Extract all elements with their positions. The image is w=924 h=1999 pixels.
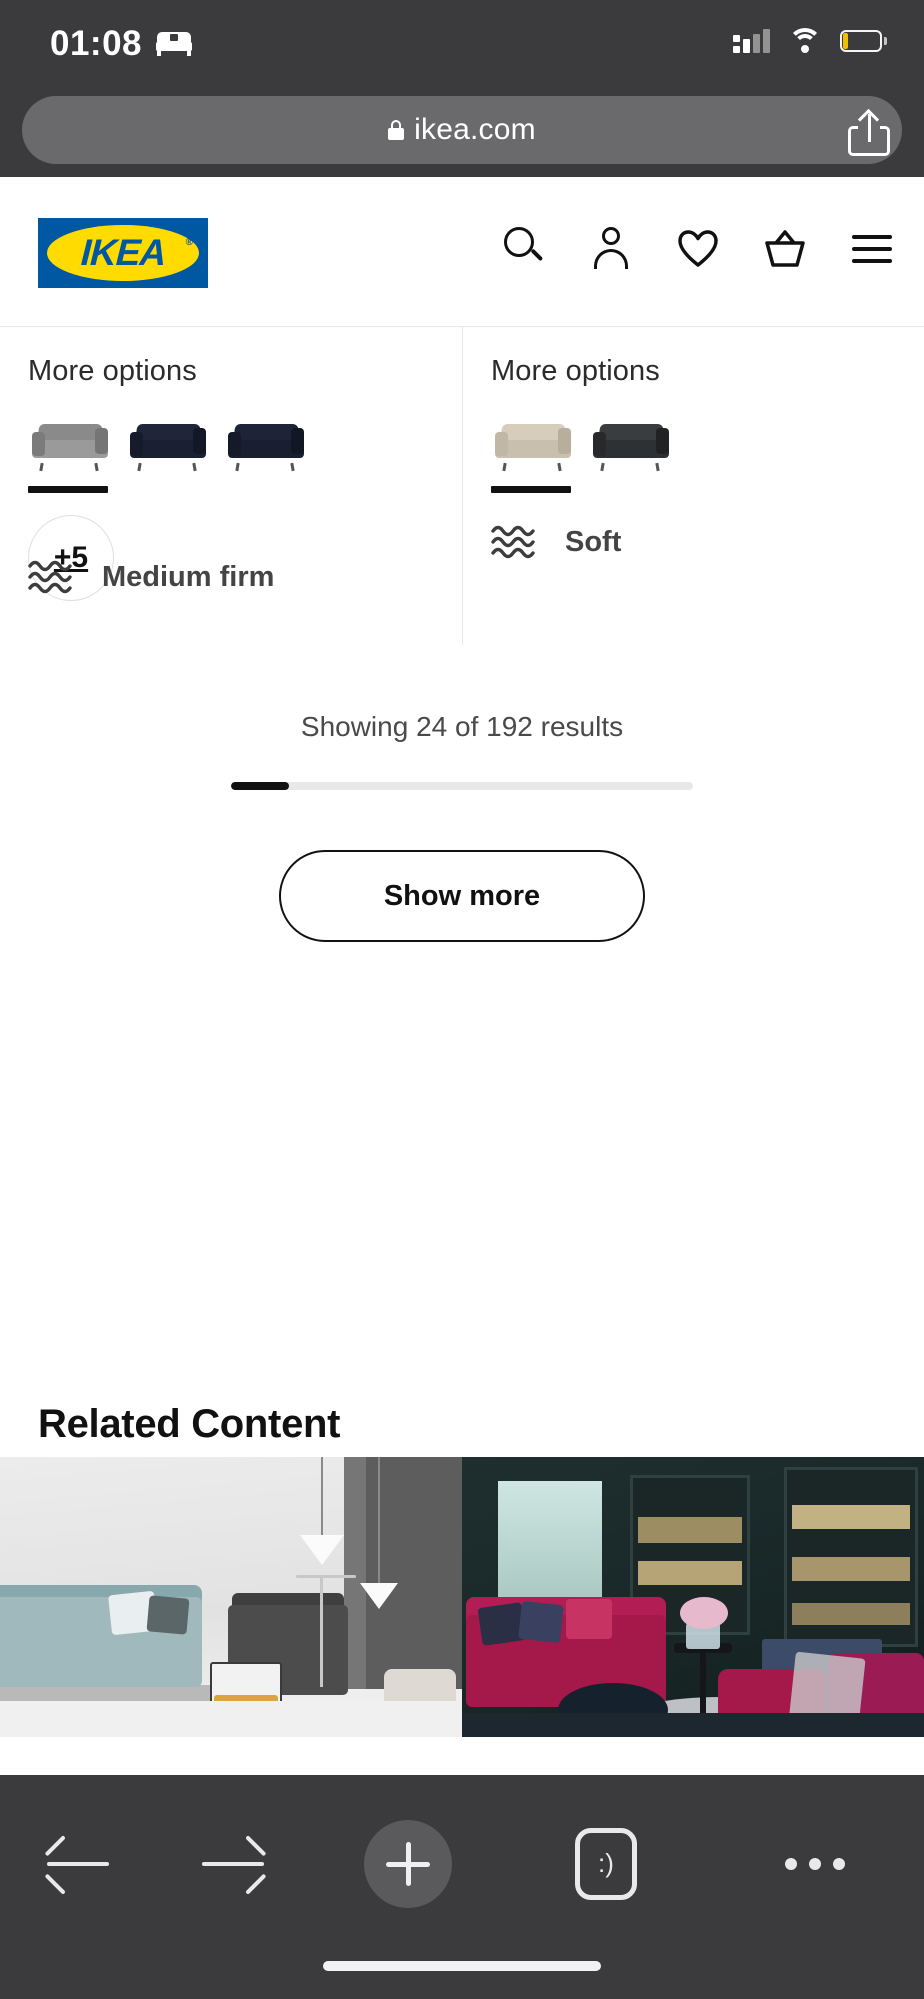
- tabs-button[interactable]: :): [506, 1809, 706, 1919]
- browser-top-chrome: 01:08 ikea.com: [0, 0, 924, 177]
- ikea-logo[interactable]: IKEA ®: [38, 218, 208, 288]
- battery-low-icon: [840, 29, 887, 52]
- showing-results-text: Showing 24 of 192 results: [300, 711, 624, 742]
- sofa-thumb-navy[interactable]: [126, 412, 210, 472]
- firmness-wave-icon: [28, 560, 72, 594]
- ikea-logo-registered: ®: [185, 237, 193, 248]
- firmness-label: Medium firm: [102, 560, 275, 593]
- back-arrow-icon: [44, 1835, 109, 1895]
- firmness-row: Soft: [491, 522, 621, 562]
- search-icon[interactable]: [502, 225, 546, 273]
- back-button[interactable]: [0, 1809, 155, 1919]
- results-progress-bar: [231, 782, 693, 790]
- selected-variant-underline: [28, 486, 108, 493]
- address-bar[interactable]: ikea.com: [22, 96, 902, 164]
- status-bar-right: [733, 28, 887, 53]
- status-bar-left: 01:08: [50, 24, 193, 63]
- ikea-site-header: IKEA ®: [0, 177, 924, 327]
- results-progress-fill: [231, 782, 289, 790]
- web-page-content: IKEA ® More options +5 Medium firm More …: [0, 177, 924, 1775]
- forward-arrow-icon: [201, 1835, 266, 1895]
- new-tab-button[interactable]: [310, 1809, 506, 1919]
- variant-thumbnail-row: [28, 406, 434, 472]
- status-clock: 01:08: [50, 24, 143, 63]
- lock-icon: [388, 120, 405, 140]
- related-content-row: [0, 1457, 924, 1737]
- sofa-thumb-beige[interactable]: [491, 412, 575, 472]
- firmness-wave-icon: [491, 525, 535, 559]
- firmness-row: Medium firm: [28, 557, 274, 597]
- url-text-wrap: ikea.com: [388, 113, 536, 147]
- selected-variant-underline: [491, 486, 571, 493]
- home-indicator: [323, 1961, 601, 1971]
- sofa-thumb-grey[interactable]: [28, 412, 112, 472]
- more-ellipsis-icon: [785, 1858, 845, 1870]
- related-image-dark-living-room[interactable]: [462, 1457, 924, 1737]
- show-more-button[interactable]: Show more: [279, 850, 645, 942]
- share-icon[interactable]: [848, 108, 890, 156]
- sofa-thumb-dark-grey[interactable]: [589, 412, 673, 472]
- browser-bottom-toolbar: :): [0, 1775, 924, 1999]
- results-pagination-block: Showing 24 of 192 results Show more: [0, 645, 924, 1035]
- bed-icon: [156, 31, 193, 56]
- plus-icon: [364, 1820, 452, 1908]
- status-bar: 01:08: [0, 0, 924, 82]
- shopping-basket-icon[interactable]: [763, 225, 807, 273]
- more-options-title: More options: [491, 355, 660, 387]
- related-content-heading: Related Content: [38, 1402, 341, 1446]
- account-icon[interactable]: [589, 225, 633, 273]
- header-icon-group: [502, 225, 894, 273]
- more-options-button[interactable]: [706, 1809, 924, 1919]
- phone-screen: 01:08 ikea.com IKEA ® More options +5 Me…: [0, 0, 924, 1999]
- tabs-glyph: :): [598, 1848, 614, 1878]
- forward-button[interactable]: [155, 1809, 310, 1919]
- related-image-light-living-room[interactable]: [0, 1457, 462, 1737]
- signal-bars-icon: [733, 28, 770, 53]
- hamburger-menu-icon[interactable]: [850, 225, 894, 273]
- product-options-row: More options +5 Medium firm More options…: [0, 327, 924, 645]
- more-options-title: More options: [28, 355, 197, 387]
- ikea-logo-oval: IKEA ®: [47, 225, 199, 281]
- product-option-card[interactable]: More options: [0, 327, 462, 645]
- product-option-card[interactable]: More options: [462, 327, 924, 645]
- variant-thumbnail-row: [491, 406, 896, 472]
- toolbar-buttons: :): [0, 1809, 924, 1919]
- favourites-heart-icon[interactable]: [676, 225, 720, 273]
- sofa-thumb-navy-2[interactable]: [224, 412, 308, 472]
- wifi-icon: [788, 28, 822, 53]
- ikea-logo-text: IKEA: [79, 232, 167, 273]
- tabs-icon: :): [575, 1828, 637, 1900]
- url-label: ikea.com: [414, 113, 536, 146]
- firmness-label: Soft: [565, 525, 622, 558]
